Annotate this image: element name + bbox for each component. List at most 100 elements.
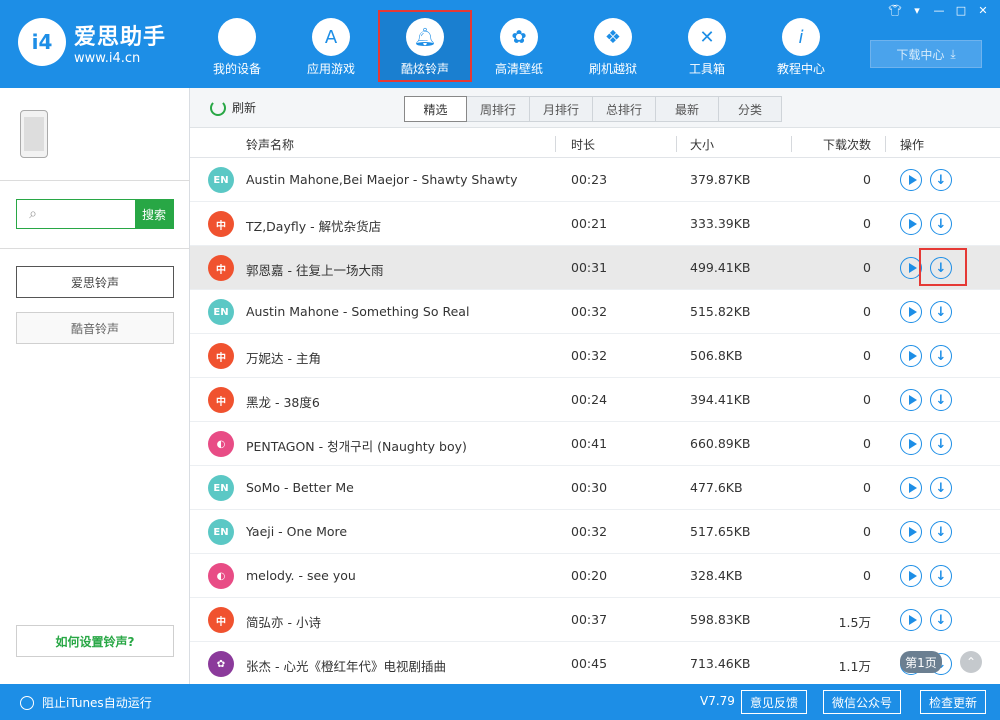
- scroll-to-top-icon[interactable]: ⌃: [960, 651, 982, 673]
- refresh-icon: [210, 99, 226, 116]
- block-itunes-toggle[interactable]: 阻止iTunes自动运行: [20, 694, 152, 711]
- nav-my-device[interactable]: 我的设备: [190, 10, 284, 82]
- language-badge: EN: [208, 299, 234, 325]
- ringtone-size: 515.82KB: [690, 304, 751, 319]
- maximize-icon[interactable]: □: [954, 4, 968, 17]
- how-to-set-ringtone-button[interactable]: 如何设置铃声?: [16, 625, 174, 657]
- logo-title: 爱思助手: [74, 24, 167, 50]
- ringtone-row[interactable]: EN Austin Mahone - Something So Real 00:32…: [190, 290, 1000, 334]
- skin-icon[interactable]: 👕︎: [888, 4, 902, 17]
- table-header: 铃声名称 时长 大小 下载次数 操作: [190, 130, 1000, 158]
- tab-latest[interactable]: 最新: [656, 96, 719, 122]
- nav-apps-games[interactable]: A 应用游戏: [284, 10, 378, 82]
- check-update-button[interactable]: 检查更新: [920, 690, 987, 714]
- page-indicator[interactable]: 第1页: [900, 651, 942, 673]
- close-icon[interactable]: ✕: [976, 4, 990, 17]
- ringtone-downloads: 0: [863, 568, 871, 583]
- search-button[interactable]: 搜索: [135, 200, 173, 228]
- search-input[interactable]: [49, 200, 135, 228]
- header-size[interactable]: 大小: [690, 136, 714, 153]
- ringtone-downloads: 0: [863, 524, 871, 539]
- nav-ringtones[interactable]: 🔔︎ 酷炫铃声: [378, 10, 472, 82]
- apple-icon: [218, 18, 256, 56]
- download-icon[interactable]: ↓: [930, 521, 952, 543]
- header-name[interactable]: 铃声名称: [246, 136, 294, 153]
- download-center-button[interactable]: 下载中心 ⤓: [870, 40, 982, 68]
- play-icon[interactable]: [900, 521, 922, 543]
- download-icon[interactable]: ↓: [930, 301, 952, 323]
- ranking-tabs: 精选 周排行 月排行 总排行 最新 分类: [404, 96, 782, 122]
- ringtone-duration: 00:37: [571, 612, 608, 627]
- nav-tutorials[interactable]: i 教程中心: [754, 10, 848, 82]
- play-icon[interactable]: [900, 477, 922, 499]
- download-icon[interactable]: ↓: [930, 433, 952, 455]
- header-duration[interactable]: 时长: [571, 136, 595, 153]
- ringtone-row[interactable]: EN SoMo - Better Me 00:30 477.6KB 0 ↓: [190, 466, 1000, 510]
- top-header: i4 爱思助手 www.i4.cn 我的设备 A 应用游戏 🔔︎ 酷炫铃声 ✿ …: [0, 0, 1000, 88]
- play-icon[interactable]: [900, 169, 922, 191]
- ringtone-name: melody. - see you: [246, 568, 356, 583]
- ringtone-row[interactable]: 中简弘亦 - 小诗 00:37 598.83KB 1.5万 ↓: [190, 598, 1000, 642]
- ringtone-size: 333.39KB: [690, 216, 751, 231]
- logo-mark: i4: [18, 18, 66, 66]
- tab-category[interactable]: 分类: [719, 96, 782, 122]
- header-actions: 操作: [900, 138, 925, 152]
- ringtone-row[interactable]: EN Yaeji - One More 00:32 517.65KB 0 ↓: [190, 510, 1000, 554]
- tools-icon: ✕: [688, 18, 726, 56]
- app-store-icon: A: [312, 18, 350, 56]
- divider: [0, 248, 190, 249]
- download-icon[interactable]: ↓: [930, 213, 952, 235]
- ringtone-row[interactable]: 中万妮达 - 主角 00:32 506.8KB 0 ↓: [190, 334, 1000, 378]
- minimize-icon[interactable]: —: [932, 4, 946, 17]
- ringtone-name: Austin Mahone - Something So Real: [246, 304, 470, 319]
- wechat-button[interactable]: 微信公众号: [823, 690, 902, 714]
- feedback-button[interactable]: 意见反馈: [741, 690, 808, 714]
- ringtone-row[interactable]: 中黑龙 - 38度6 00:24 394.41KB 0 ↓: [190, 378, 1000, 422]
- nav-toolbox[interactable]: ✕ 工具箱: [660, 10, 754, 82]
- download-icon[interactable]: ↓: [930, 609, 952, 631]
- language-badge: 中: [208, 255, 234, 281]
- play-icon[interactable]: [900, 213, 922, 235]
- refresh-button[interactable]: 刷新: [210, 99, 256, 116]
- ringtone-downloads: 1.5万: [838, 615, 871, 630]
- ringtone-row[interactable]: 中 TZ,Dayfly - 解忧杂货店 00:21 333.39KB 0 ↓: [190, 202, 1000, 246]
- play-icon[interactable]: [900, 301, 922, 323]
- header-downloads[interactable]: 下载次数: [823, 136, 871, 153]
- divider: [0, 180, 190, 181]
- ringtone-row[interactable]: ◐ melody. - see you 00:20 328.4KB 0 ↓: [190, 554, 1000, 598]
- download-icon[interactable]: ↓: [930, 477, 952, 499]
- play-icon[interactable]: [900, 565, 922, 587]
- download-icon[interactable]: ↓: [930, 389, 952, 411]
- tab-monthly[interactable]: 月排行: [530, 96, 593, 122]
- download-icon[interactable]: ↓: [930, 565, 952, 587]
- ringtone-downloads: 1.1万: [838, 659, 871, 674]
- menu-icon[interactable]: ▾: [910, 4, 924, 17]
- nav-flash-jailbreak[interactable]: ❖ 刷机越狱: [566, 10, 660, 82]
- logo-url: www.i4.cn: [74, 50, 141, 66]
- ringtone-name: TZ,Dayfly - 解忧杂货店: [246, 219, 382, 234]
- aisi-ringtones-button[interactable]: 爱思铃声: [16, 266, 174, 298]
- play-icon[interactable]: [900, 433, 922, 455]
- tab-all-time[interactable]: 总排行: [593, 96, 656, 122]
- language-badge: EN: [208, 519, 234, 545]
- play-icon[interactable]: [900, 389, 922, 411]
- ringtone-row[interactable]: EN Austin Mahone,Bei Maejor - Shawty Shaw…: [190, 158, 1000, 202]
- version-label: V7.79: [700, 694, 735, 708]
- ringtone-row[interactable]: 中郭恩嘉 - 往复上一场大雨 00:31 499.41KB 0 ↓: [190, 246, 1000, 290]
- language-badge: ◐: [208, 431, 234, 457]
- ringtone-row[interactable]: ✿张杰 - 心光《橙红年代》电视剧插曲00:45713.46KB1.1万↓: [190, 642, 1000, 686]
- ringtone-duration: 00:31: [571, 260, 608, 275]
- ringtone-downloads: 0: [863, 436, 871, 451]
- tab-weekly[interactable]: 周排行: [467, 96, 530, 122]
- dropbox-icon: ❖: [594, 18, 632, 56]
- ringtone-name: 郭恩嘉 - 往复上一场大雨: [246, 263, 384, 278]
- play-icon[interactable]: [900, 345, 922, 367]
- ringtone-row[interactable]: ◐ PENTAGON - 청개구리 (Naughty boy) 00:41 660.8…: [190, 422, 1000, 466]
- download-icon[interactable]: ↓: [930, 169, 952, 191]
- language-badge: ✿: [208, 651, 234, 677]
- download-icon[interactable]: ↓: [930, 345, 952, 367]
- play-icon[interactable]: [900, 609, 922, 631]
- tab-featured[interactable]: 精选: [404, 96, 467, 122]
- kuyin-ringtones-button[interactable]: 酷音铃声: [16, 312, 174, 344]
- nav-wallpapers[interactable]: ✿ 高清壁纸: [472, 10, 566, 82]
